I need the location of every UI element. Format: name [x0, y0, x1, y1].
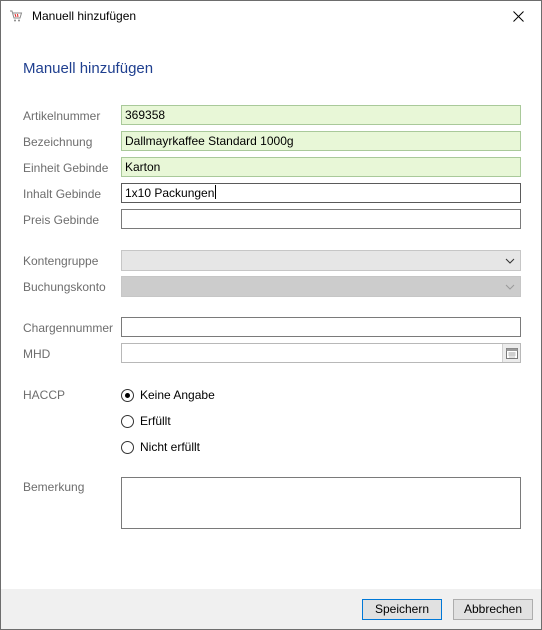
close-icon	[512, 10, 524, 22]
radio-checked-icon	[121, 388, 134, 402]
bezeichnung-field[interactable]: Dallmayrkaffee Standard 1000g	[121, 131, 521, 151]
inhalt-gebinde-label: Inhalt Gebinde	[23, 187, 102, 201]
haccp-label: HACCP	[23, 388, 66, 402]
title-bar: Manuell hinzufügen	[1, 1, 541, 31]
save-button[interactable]: Speichern	[362, 599, 442, 620]
text-caret	[215, 185, 217, 199]
buchungskonto-dropdown[interactable]	[121, 276, 521, 297]
kontengruppe-label: Kontengruppe	[23, 254, 99, 268]
preis-gebinde-label: Preis Gebinde	[23, 213, 100, 227]
preis-gebinde-field[interactable]	[121, 209, 521, 229]
chevron-down-icon	[505, 284, 515, 290]
buchungskonto-label: Buchungskonto	[23, 280, 106, 294]
button-bar: Speichern Abbrechen	[1, 589, 541, 629]
chevron-down-icon	[505, 258, 515, 264]
form-heading: Manuell hinzufügen	[23, 60, 154, 77]
artikelnummer-field[interactable]: 369358	[121, 105, 521, 125]
cart-icon	[9, 9, 23, 23]
haccp-option-label: Keine Angabe	[140, 388, 215, 402]
chargennummer-field[interactable]	[121, 317, 521, 337]
haccp-option-erfuellt[interactable]: Erfüllt	[121, 413, 171, 429]
window-title: Manuell hinzufügen	[32, 9, 137, 23]
radio-unchecked-icon	[121, 414, 134, 428]
einheit-gebinde-field[interactable]: Karton	[121, 157, 521, 177]
dialog-window: Manuell hinzufügen Manuell hinzufügen Ar…	[0, 0, 542, 630]
haccp-option-label: Nicht erfüllt	[140, 440, 201, 454]
bemerkung-label: Bemerkung	[23, 480, 85, 494]
bemerkung-textarea[interactable]	[121, 477, 521, 529]
kontengruppe-dropdown[interactable]	[121, 250, 521, 271]
mhd-label: MHD	[23, 347, 51, 361]
close-button[interactable]	[495, 1, 541, 31]
inhalt-gebinde-field[interactable]: 1x10 Packungen	[121, 183, 521, 203]
bezeichnung-label: Bezeichnung	[23, 135, 93, 149]
einheit-gebinde-label: Einheit Gebinde	[23, 161, 109, 175]
chargennummer-label: Chargennummer	[23, 321, 114, 335]
cancel-button[interactable]: Abbrechen	[453, 599, 533, 620]
haccp-option-label: Erfüllt	[140, 414, 171, 428]
haccp-option-keine-angabe[interactable]: Keine Angabe	[121, 387, 215, 403]
radio-unchecked-icon	[121, 440, 134, 454]
inhalt-gebinde-value: 1x10 Packungen	[125, 186, 215, 200]
calendar-icon	[505, 348, 518, 359]
mhd-date-field[interactable]	[121, 343, 521, 363]
artikelnummer-label: Artikelnummer	[23, 109, 101, 123]
date-picker-button[interactable]	[502, 344, 520, 362]
haccp-option-nicht-erfuellt[interactable]: Nicht erfüllt	[121, 439, 200, 455]
